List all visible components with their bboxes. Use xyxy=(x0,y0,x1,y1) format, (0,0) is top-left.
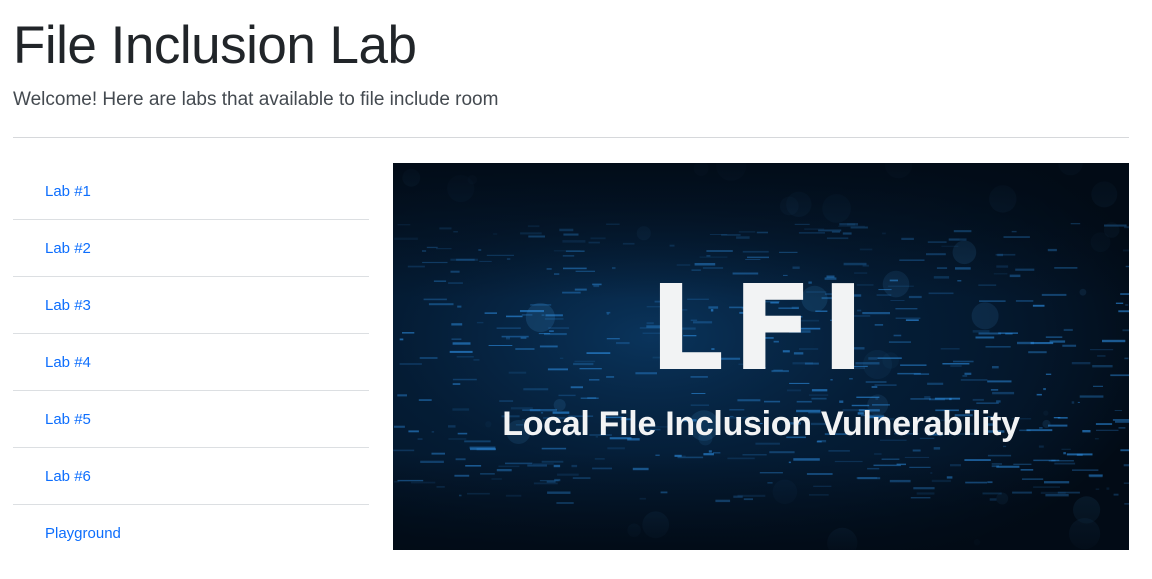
lfi-banner-image: LFI Local File Inclusion Vulnerability xyxy=(393,163,1129,550)
page-lead: Welcome! Here are labs that available to… xyxy=(13,89,499,110)
lab-link-6[interactable]: Lab #6 xyxy=(13,448,369,505)
banner-title: LFI xyxy=(649,259,873,397)
header-divider xyxy=(13,137,1129,138)
lab-link-5[interactable]: Lab #5 xyxy=(13,391,369,448)
lab-link-3[interactable]: Lab #3 xyxy=(13,277,369,334)
page: File Inclusion Lab Welcome! Here are lab… xyxy=(0,0,1152,579)
lab-link-4[interactable]: Lab #4 xyxy=(13,334,369,391)
page-title: File Inclusion Lab xyxy=(13,16,417,75)
banner-subtitle: Local File Inclusion Vulnerability xyxy=(502,405,1020,443)
lab-link-2[interactable]: Lab #2 xyxy=(13,220,369,277)
lab-list: Lab #1 Lab #2 Lab #3 Lab #4 Lab #5 Lab #… xyxy=(13,163,369,562)
lab-link-1[interactable]: Lab #1 xyxy=(13,163,369,220)
playground-link[interactable]: Playground xyxy=(13,505,369,562)
